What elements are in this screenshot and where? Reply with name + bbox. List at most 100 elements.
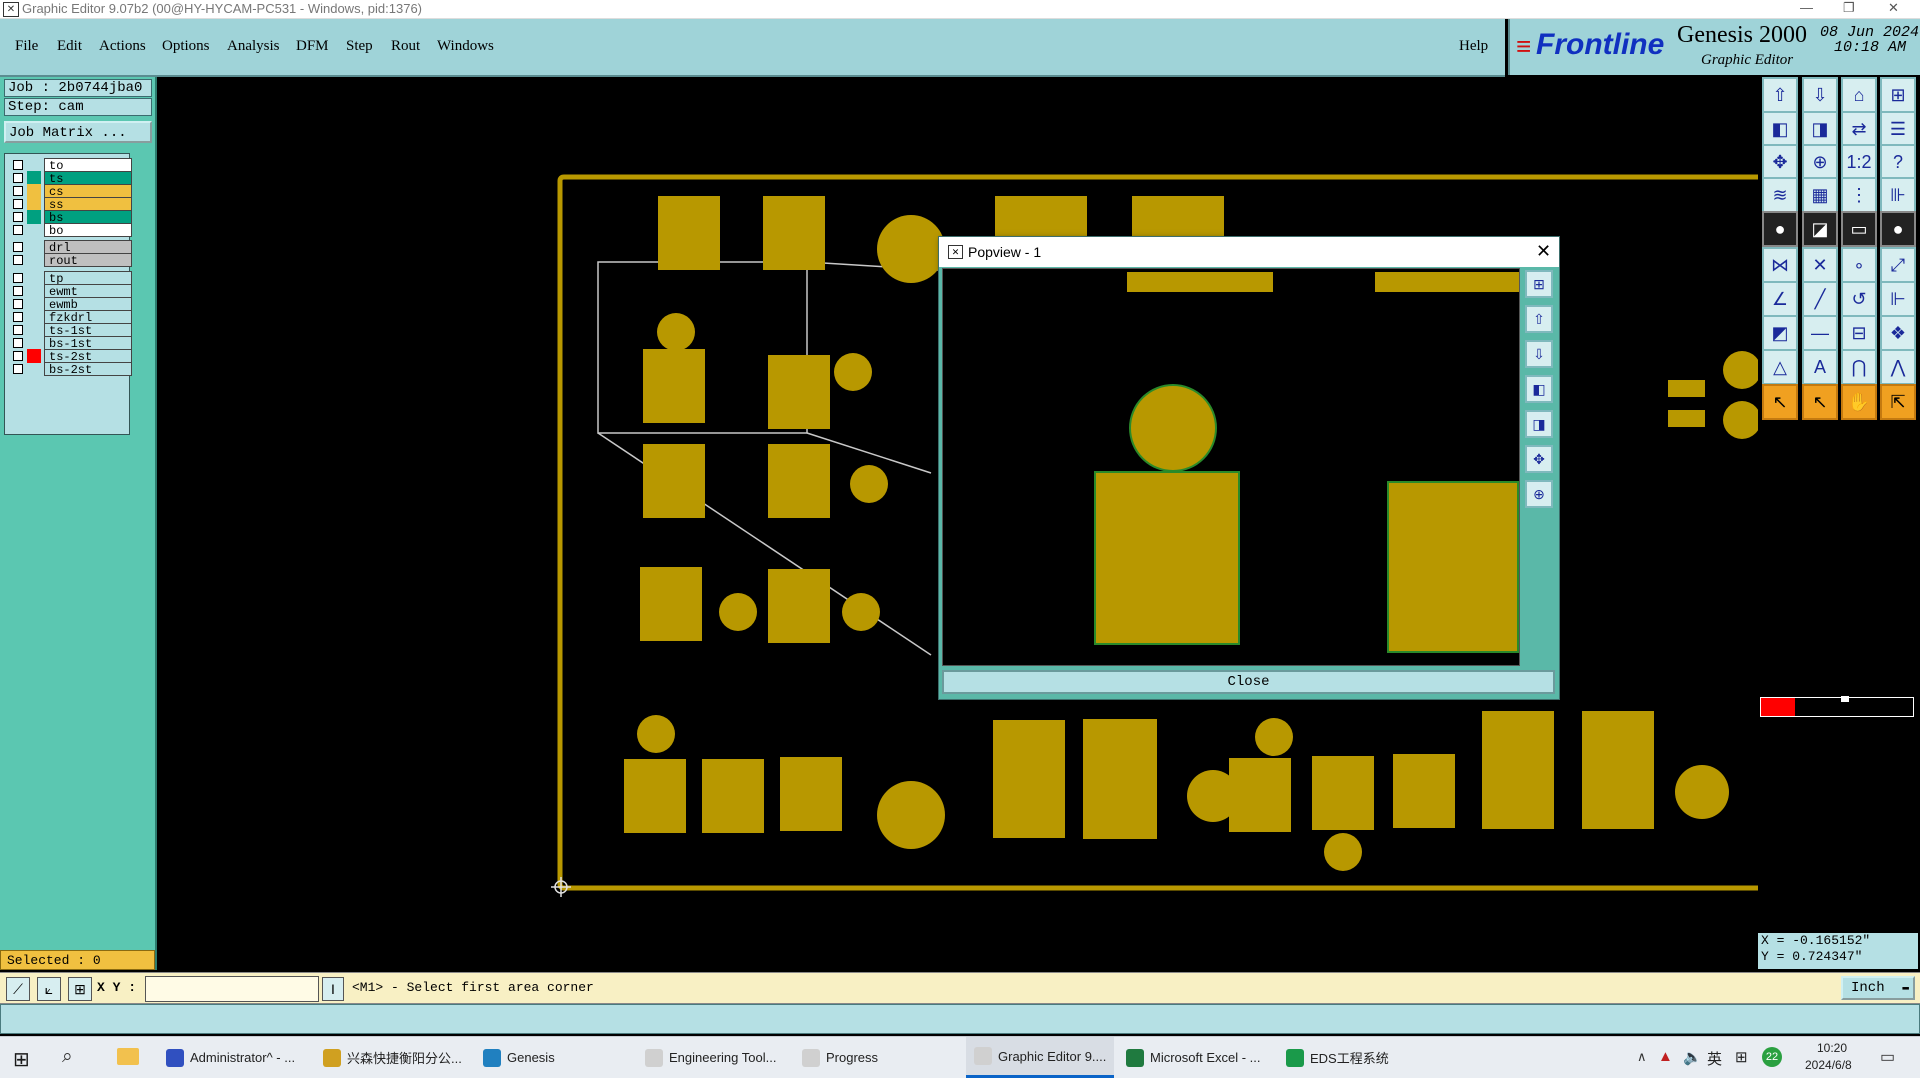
layer-color-swatch[interactable] <box>27 349 41 363</box>
layer-row-ts-1st[interactable]: ts-1st <box>9 323 132 338</box>
layer-name[interactable]: ts-2st <box>44 349 132 364</box>
arc-icon[interactable]: ↺ <box>1841 281 1877 317</box>
layer-color-swatch[interactable] <box>27 336 41 350</box>
volume-icon[interactable]: 🔈 <box>1683 1048 1702 1066</box>
stop-icon[interactable]: ● <box>1880 211 1916 247</box>
search-icon[interactable]: ⌕ <box>62 1046 73 1068</box>
layer-checkbox[interactable] <box>13 199 23 209</box>
fit-window-icon[interactable]: ✥ <box>1762 144 1798 180</box>
windows-start-icon[interactable]: ⊞ <box>13 1047 30 1072</box>
maximize-button[interactable]: ❐ <box>1843 0 1855 16</box>
menu-options[interactable]: Options <box>162 38 210 55</box>
close-window-button[interactable]: ✕ <box>1888 0 1899 16</box>
task-graphic-editor[interactable]: Graphic Editor 9.... <box>966 1037 1115 1078</box>
snap-mode-icon[interactable]: ⟋ <box>6 977 30 1001</box>
file-explorer-icon[interactable] <box>117 1048 139 1065</box>
menu-windows[interactable]: Windows <box>437 38 494 55</box>
download-icon[interactable]: ⇩ <box>1802 77 1838 113</box>
layer-row-ts[interactable]: ts <box>9 171 132 186</box>
tray-expand-icon[interactable]: ∧ <box>1637 1049 1647 1065</box>
menu-step[interactable]: Step <box>346 38 373 55</box>
layer-name[interactable]: bo <box>44 223 132 238</box>
clock-time[interactable]: 10:20 <box>1817 1041 1847 1055</box>
layer-checkbox[interactable] <box>13 160 23 170</box>
layer-row-bs[interactable]: bs <box>9 210 132 225</box>
layer-name[interactable]: tp <box>44 271 132 286</box>
layer-color-swatch[interactable] <box>27 297 41 311</box>
layer-row-ewmt[interactable]: ewmt <box>9 284 132 299</box>
layer-checkbox[interactable] <box>13 312 23 322</box>
units-button[interactable]: Inch ▬ <box>1841 976 1915 1000</box>
clock-date[interactable]: 2024/6/8 <box>1805 1058 1852 1072</box>
tray-app-icon[interactable]: ▲ <box>1658 1048 1673 1065</box>
task-administrator[interactable]: Administrator^ - ... <box>166 1037 295 1078</box>
connect-icon[interactable]: ⋈ <box>1762 247 1798 283</box>
mountain-icon[interactable]: ⋀ <box>1880 349 1916 385</box>
pv-fit-icon[interactable]: ✥ <box>1525 445 1553 473</box>
task-genesis[interactable]: Genesis <box>483 1037 555 1078</box>
layer-checkbox[interactable] <box>13 225 23 235</box>
layer-row-fzkdrl[interactable]: fzkdrl <box>9 310 132 325</box>
pointer-icon[interactable]: ↖ <box>1762 384 1798 420</box>
layer-name[interactable]: cs <box>44 184 132 199</box>
minimize-button[interactable]: — <box>1800 0 1813 15</box>
menu-file[interactable]: File <box>15 38 38 55</box>
popview-close-icon[interactable]: ✕ <box>1536 241 1551 262</box>
layer-checkbox[interactable] <box>13 351 23 361</box>
swap-icon[interactable]: ⇄ <box>1841 111 1877 147</box>
angle-icon[interactable]: ∠ <box>1762 281 1798 317</box>
pv-download-icon[interactable]: ⇩ <box>1525 340 1553 368</box>
layer-name[interactable]: bs-1st <box>44 336 132 351</box>
measure-icon[interactable]: ⟀ <box>37 977 61 1001</box>
layer-row-bs-1st[interactable]: bs-1st <box>9 336 132 351</box>
layer-checkbox[interactable] <box>13 299 23 309</box>
input-language[interactable]: 英 <box>1707 1048 1722 1069</box>
layer-row-drl[interactable]: drl <box>9 240 132 255</box>
task-progress[interactable]: Progress <box>802 1037 878 1078</box>
stack-icon[interactable]: ☰ <box>1880 111 1916 147</box>
ruler-icon[interactable]: ▭ <box>1841 211 1877 247</box>
layer-row-to[interactable]: to <box>9 158 132 173</box>
layer-checkbox[interactable] <box>13 273 23 283</box>
layer-color-swatch[interactable] <box>27 158 41 172</box>
home-icon[interactable]: ⌂ <box>1841 77 1877 113</box>
layer-name[interactable]: rout <box>44 253 132 268</box>
layer-color-swatch[interactable] <box>27 184 41 198</box>
layer-color-swatch[interactable] <box>27 197 41 211</box>
layer-color-swatch[interactable] <box>27 323 41 337</box>
move-left-icon[interactable]: ◧ <box>1762 111 1798 147</box>
text-cursor-icon[interactable]: I <box>322 977 344 1001</box>
layer-name[interactable]: bs-2st <box>44 362 132 377</box>
zoom-fit-icon[interactable]: ⊕ <box>1802 144 1838 180</box>
pv-center-icon[interactable]: ⊕ <box>1525 480 1553 508</box>
layer-name[interactable]: ss <box>44 197 132 212</box>
layer-name[interactable]: ewmb <box>44 297 132 312</box>
pv-left-icon[interactable]: ◧ <box>1525 375 1553 403</box>
menu-analysis[interactable]: Analysis <box>227 38 280 55</box>
layer-name[interactable]: to <box>44 158 132 173</box>
snap-icon[interactable]: ⋮ <box>1841 177 1877 213</box>
layer-row-ss[interactable]: ss <box>9 197 132 212</box>
job-matrix-button[interactable]: Job Matrix ... <box>4 121 152 143</box>
layer-checkbox[interactable] <box>13 173 23 183</box>
minus-icon[interactable]: — <box>1802 315 1838 351</box>
task-engineering-tool[interactable]: Engineering Tool... <box>645 1037 776 1078</box>
layer-row-bo[interactable]: bo <box>9 223 132 238</box>
node-icon[interactable]: ∘ <box>1841 247 1877 283</box>
layer-color-swatch[interactable] <box>27 240 41 254</box>
pad-add-icon[interactable]: ◩ <box>1762 315 1798 351</box>
layer-row-tp[interactable]: tp <box>9 271 132 286</box>
task-xingsen[interactable]: 兴森快捷衡阳分公... <box>323 1037 462 1078</box>
menu-rout[interactable]: Rout <box>391 38 420 55</box>
group-icon[interactable]: ❖ <box>1880 315 1916 351</box>
layer-color-swatch[interactable] <box>27 171 41 185</box>
align-icon[interactable]: ⊟ <box>1841 315 1877 351</box>
filter-icon[interactable]: ⊪ <box>1880 177 1916 213</box>
grid-icon[interactable]: ⊞ <box>68 977 92 1001</box>
scale-icon[interactable]: 1:2 <box>1841 144 1877 180</box>
layer-color-swatch[interactable] <box>27 253 41 267</box>
layer-row-rout[interactable]: rout <box>9 253 132 268</box>
layer-name[interactable]: fzkdrl <box>44 310 132 325</box>
move-right-icon[interactable]: ◨ <box>1802 111 1838 147</box>
draw-icon[interactable]: ◪ <box>1802 211 1838 247</box>
